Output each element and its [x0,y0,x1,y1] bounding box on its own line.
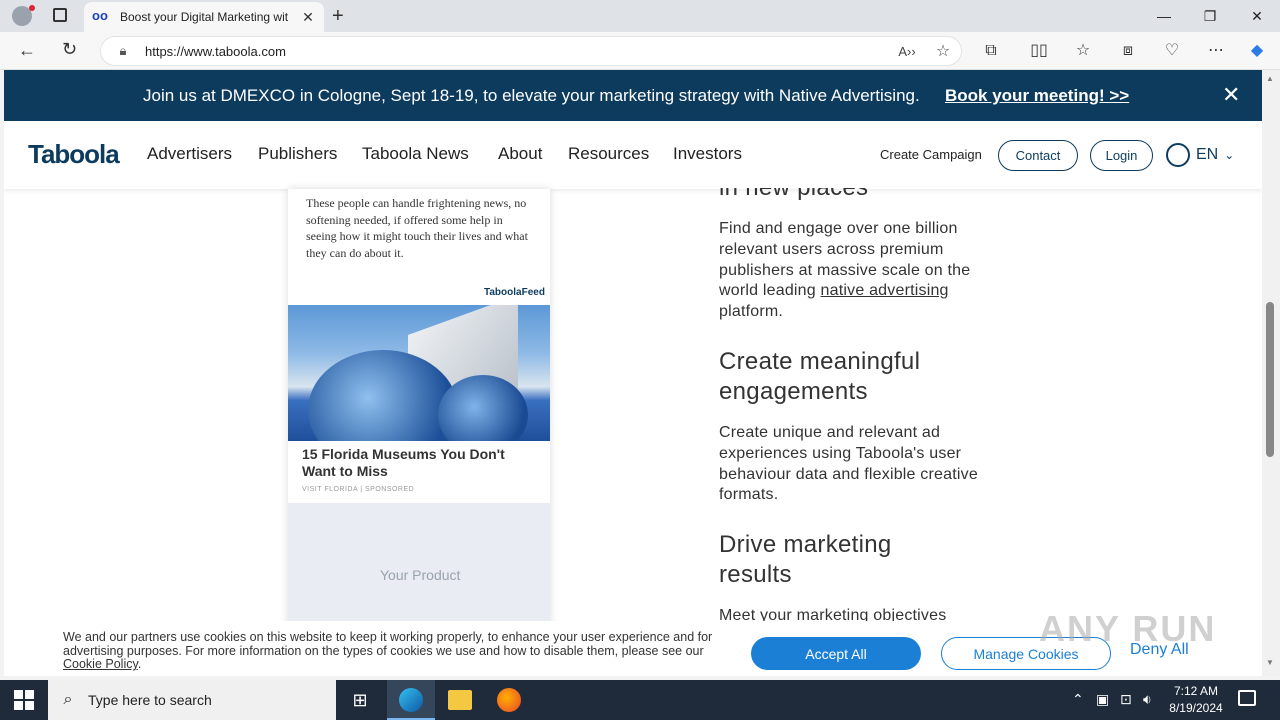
nav-investors[interactable]: Investors [673,144,742,164]
edge-icon [399,688,423,712]
anyrun-watermark: ANY RUN [1039,608,1217,649]
chevron-down-icon: ⌄ [1224,148,1235,162]
web-page: Join us at DMEXCO in Cologne, Sept 18-19… [4,70,1262,676]
taboola-favicon-icon: oo [92,8,108,23]
file-explorer-icon[interactable] [448,690,472,710]
favorites-icon[interactable]: ☆ [1072,40,1094,62]
tab-actions-icon[interactable] [53,8,67,22]
taskbar-search[interactable]: ⌕ Type here to search [48,680,336,720]
cookie-policy-link[interactable]: Cookie Policy [63,657,138,671]
address-bar[interactable]: 🔒︎ https://www.taboola.com A›› ☆ [100,36,962,66]
taskbar-search-placeholder: Type here to search [88,692,212,708]
heading-engagements: Create meaningful engagements [719,348,921,405]
page-scrollbar[interactable]: ▲ ▼ [1262,70,1280,676]
create-campaign-link[interactable]: Create Campaign [880,147,982,162]
language-selector[interactable]: EN ⌄ [1166,143,1234,167]
extensions-icon[interactable]: ⧉ [980,40,1002,62]
lock-icon[interactable]: 🔒︎ [101,43,145,59]
book-meeting-link[interactable]: Book your meeting! >> [945,86,1129,106]
clock-time: 7:12 AM [1173,684,1219,698]
nav-taboola-news[interactable]: Taboola News [362,144,469,164]
scroll-down-icon[interactable]: ▼ [1266,658,1274,667]
clock-date: 8/19/2024 [1169,701,1223,715]
restore-icon[interactable]: ❐ [1187,4,1233,28]
copilot-icon[interactable]: ◆ [1246,40,1268,62]
site-nav: Taboola Advertisers Publishers Taboola N… [4,121,1262,189]
nav-advertisers[interactable]: Advertisers [147,144,232,164]
notifications-icon[interactable] [1238,690,1256,706]
nav-about[interactable]: About [498,144,542,164]
scrollbar-thumb[interactable] [1266,302,1274,457]
cookie-text: We and our partners use cookies on this … [63,630,713,671]
tray-chevron-up-icon[interactable]: ⌃ [1072,691,1084,708]
taboola-logo[interactable]: Taboola [28,139,120,170]
network-icon[interactable]: ⊡ [1120,691,1132,708]
login-button[interactable]: Login [1090,140,1153,171]
minimize-icon[interactable]: — [1141,4,1187,28]
taboola-feed-label: TaboolaFeed [484,287,545,298]
volume-icon[interactable]: 🔉︎ [1143,691,1152,708]
read-aloud-icon[interactable]: A›› [889,44,925,59]
tab-taboola[interactable]: oo Boost your Digital Marketing wit ✕ [84,2,324,32]
search-icon: ⌕ [63,691,73,708]
banner-message: Join us at DMEXCO in Cologne, Sept 18-19… [143,86,920,105]
more-options-icon[interactable]: ⋯ [1205,40,1227,62]
task-view-icon[interactable]: ⊞ [348,688,372,712]
favorite-star-icon[interactable]: ☆ [925,41,961,61]
notification-dot-icon [29,5,35,11]
close-window-icon[interactable]: ✕ [1234,4,1280,28]
accept-all-button[interactable]: Accept All [751,637,921,670]
firefox-icon[interactable] [497,688,521,712]
split-screen-icon[interactable]: ▯▯ [1028,40,1050,62]
phone-mockup: These people can handle frightening news… [288,189,550,676]
windows-start-icon[interactable] [14,690,34,710]
refresh-icon[interactable]: ↻ [62,39,77,60]
language-label: EN [1196,146,1219,163]
sponsor-label: VISIT FLORIDA | SPONSORED [302,486,415,493]
paragraph-engagements: Create unique and relevant ad experience… [719,424,978,504]
title-bar: oo Boost your Digital Marketing wit ✕ + … [0,0,1280,32]
heading-results: Drive marketing results [719,531,892,588]
globe-icon [1166,143,1190,167]
close-tab-icon[interactable]: ✕ [300,9,316,26]
collections-icon[interactable]: ⧈ [1117,40,1139,62]
paragraph-reach: Find and engage over one billion relevan… [719,220,971,321]
url-text: https://www.taboola.com [145,43,286,59]
windows-taskbar: ⌕ Type here to search ⊞ ⌃ ▣ ⊡ 🔉︎ 7:12 AM… [0,680,1280,720]
nav-publishers[interactable]: Publishers [258,144,337,164]
native-advertising-link[interactable]: native advertising [821,282,949,299]
device-icon[interactable]: ▣ [1096,691,1109,708]
scroll-up-icon[interactable]: ▲ [1266,74,1274,83]
announcement-banner: Join us at DMEXCO in Cologne, Sept 18-19… [4,70,1262,121]
back-icon[interactable]: ← [18,40,36,61]
ad-headline: 15 Florida Museums You Don't Want to Mis… [302,446,505,479]
article-quote: These people can handle frightening news… [306,196,528,260]
banner-close-icon[interactable]: ✕ [1222,82,1240,108]
browser-essentials-icon[interactable]: ♡ [1161,40,1183,62]
nav-resources[interactable]: Resources [568,144,649,164]
tab-title: Boost your Digital Marketing wit [120,10,289,24]
museum-image [288,305,550,441]
taskbar-clock[interactable]: 7:12 AM 8/19/2024 [1168,683,1224,717]
edge-taskbar-button[interactable] [387,680,435,720]
contact-button[interactable]: Contact [998,140,1078,171]
new-tab-icon[interactable]: + [332,4,350,28]
product-placeholder-text: Your Product [380,567,461,583]
